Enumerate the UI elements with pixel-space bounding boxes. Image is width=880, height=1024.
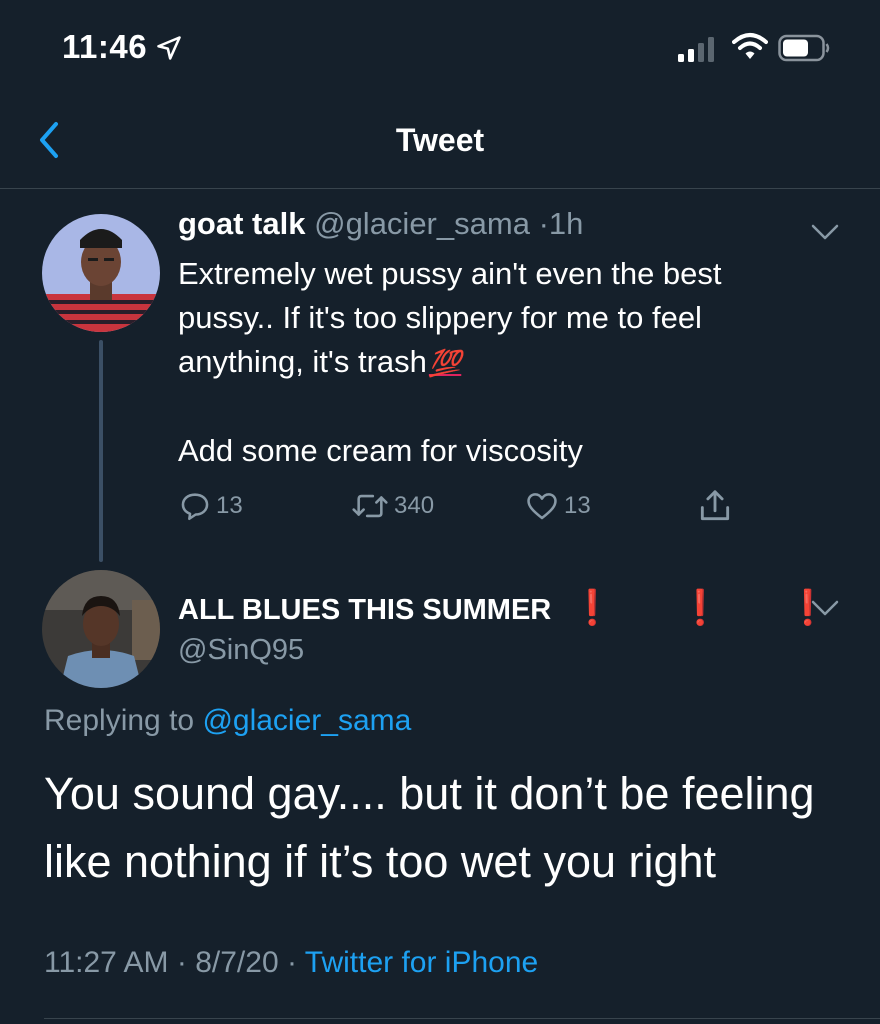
avatar[interactable]: [42, 214, 160, 332]
status-time: 11:46: [62, 28, 148, 65]
tweet-metadata: 11:27 AM · 8/7/20 · Twitter for iPhone: [44, 946, 538, 980]
separator-dot: ·: [538, 206, 549, 241]
replying-to-handle-link[interactable]: @glacier_sama: [202, 704, 411, 737]
wifi-icon: [732, 33, 768, 59]
cellular-signal-icon: [678, 37, 714, 62]
share-icon: [700, 490, 730, 521]
author-handle[interactable]: @SinQ95: [178, 634, 304, 667]
retweet-count: 340: [394, 492, 435, 519]
tweet-text: Extremely wet pussy ain't even the best …: [178, 252, 818, 473]
chevron-down-icon[interactable]: [810, 222, 840, 242]
thread-connector: [99, 340, 103, 562]
hundred-points-emoji: 💯: [428, 348, 462, 378]
share-button[interactable]: [696, 488, 738, 524]
tweet-header: goat talk @glacier_sama ·1h: [178, 206, 583, 242]
reply-icon: [181, 493, 209, 521]
tweet-text-line: Add some cream for viscosity: [178, 433, 583, 468]
page-title: Tweet: [395, 122, 485, 158]
retweet-icon: [352, 494, 388, 518]
separator-dot: ·: [286, 946, 297, 979]
like-count: 13: [564, 492, 591, 519]
divider: [44, 1018, 880, 1019]
battery-icon: [778, 34, 830, 62]
author-handle[interactable]: @glacier_sama: [314, 206, 530, 241]
reply-count: 13: [216, 492, 243, 519]
tweet-source-link[interactable]: Twitter for iPhone: [305, 946, 538, 979]
avatar[interactable]: [42, 570, 160, 688]
tweet-time: 11:27 AM: [44, 946, 169, 979]
heart-icon: [527, 493, 557, 520]
nav-bar: Tweet: [0, 100, 880, 189]
tweet-date: 8/7/20: [195, 946, 279, 979]
author-name[interactable]: ALL BLUES THIS SUMMER: [178, 594, 551, 626]
replying-to: Replying to @glacier_sama: [44, 704, 411, 738]
replying-to-label: Replying to: [44, 704, 195, 737]
retweet-button[interactable]: 340: [350, 488, 434, 524]
reply-tweet-text: You sound gay.... but it don’t be feelin…: [44, 768, 815, 887]
reply-button[interactable]: 13: [178, 488, 243, 524]
tweet-time-ago: 1h: [548, 206, 584, 241]
reply-author-name[interactable]: ALL BLUES THIS SUMMER ❗ ❗ ❗: [178, 588, 857, 628]
location-arrow-icon: [157, 36, 181, 60]
like-button[interactable]: 13: [524, 488, 591, 524]
separator-dot: ·: [176, 946, 187, 979]
status-bar: 11:46: [0, 0, 880, 100]
chevron-down-icon[interactable]: [810, 598, 840, 618]
author-name[interactable]: goat talk: [178, 206, 305, 241]
